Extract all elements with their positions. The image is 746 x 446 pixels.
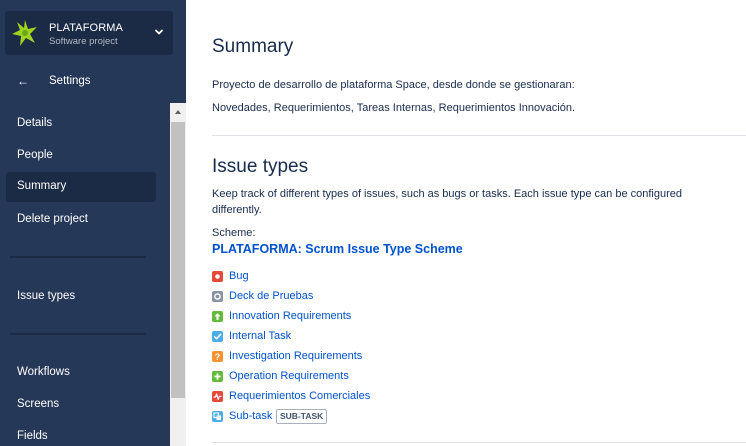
sidebar-item-delete-project[interactable]: Delete project <box>6 205 156 235</box>
issue-type-link[interactable]: Requerimientos Comerciales <box>229 390 370 402</box>
page-title: Summary <box>212 36 294 57</box>
scrollbar-thumb[interactable] <box>171 122 185 398</box>
issue-type-link[interactable]: Investigation Requirements <box>229 350 362 362</box>
question-icon: ? <box>212 351 223 362</box>
arrow-left-icon: ← <box>17 74 29 88</box>
project-name: PLATAFORMA <box>49 22 123 34</box>
back-label: Settings <box>49 75 91 87</box>
main-content: Summary Proyecto de desarrollo de plataf… <box>186 0 746 446</box>
sidebar-item-people[interactable]: People <box>6 141 156 171</box>
section-divider <box>212 442 746 443</box>
sidebar-item-fields[interactable]: Fields <box>6 422 156 446</box>
section-divider <box>212 135 746 136</box>
chevron-down-icon <box>155 29 163 35</box>
sidebar-item-label: Fields <box>17 430 48 442</box>
scheme-link[interactable]: PLATAFORMA: Scrum Issue Type Scheme <box>212 242 463 256</box>
sidebar-divider <box>10 256 146 258</box>
project-description-line-1: Proyecto de desarrollo de plataforma Spa… <box>212 79 575 91</box>
sidebar-item-details[interactable]: Details <box>6 109 156 139</box>
bug-icon <box>212 271 223 282</box>
scroll-up-arrow-icon[interactable] <box>170 103 186 121</box>
sidebar-item-label: Issue types <box>17 290 76 302</box>
sidebar-item-issue-types[interactable]: Issue types <box>6 282 156 312</box>
sidebar-item-screens[interactable]: Screens <box>6 390 156 420</box>
sidebar-divider <box>10 333 146 335</box>
gear-icon <box>212 291 223 302</box>
arrow-up-icon <box>212 311 223 322</box>
issue-type-link[interactable]: Innovation Requirements <box>229 310 351 322</box>
sidebar-item-label: Details <box>17 117 53 129</box>
issue-type-link[interactable]: Internal Task <box>229 330 291 342</box>
plus-icon <box>212 371 223 382</box>
sidebar-item-label: Summary <box>17 180 67 192</box>
project-switcher[interactable]: PLATAFORMA Software project <box>5 11 173 55</box>
sidebar-item-summary[interactable]: Summary <box>6 172 156 202</box>
sidebar-scrollbar[interactable] <box>170 103 186 446</box>
sidebar-item-label: Workflows <box>17 366 70 378</box>
sidebar-item-label: Delete project <box>17 213 88 225</box>
issue-types-description: Keep track of different types of issues,… <box>212 188 683 216</box>
project-type: Software project <box>49 36 118 47</box>
checkbox-icon <box>212 331 223 342</box>
sidebar: PLATAFORMA Software project ← Settings D… <box>0 0 186 446</box>
pulse-icon <box>212 391 223 402</box>
sidebar-item-label: Screens <box>17 398 60 410</box>
issue-types-heading: Issue types <box>212 156 309 177</box>
issue-type-link[interactable]: Operation Requirements <box>229 370 349 382</box>
sidebar-item-label: People <box>17 149 53 161</box>
issue-type-link[interactable]: Bug <box>229 270 249 282</box>
sidebar-item-workflows[interactable]: Workflows <box>6 358 156 388</box>
scheme-label: Scheme: <box>212 227 256 239</box>
back-to-settings[interactable]: ← Settings <box>0 70 170 94</box>
subtask-icon <box>212 411 223 422</box>
svg-text:?: ? <box>215 352 221 362</box>
project-description-line-2: Novedades, Requerimientos, Tareas Intern… <box>212 102 575 114</box>
subtask-badge: SUB-TASK <box>276 409 328 424</box>
project-avatar-icon <box>10 18 40 48</box>
issue-type-link[interactable]: Deck de Pruebas <box>229 290 313 302</box>
issue-type-link[interactable]: Sub-task <box>229 410 272 422</box>
